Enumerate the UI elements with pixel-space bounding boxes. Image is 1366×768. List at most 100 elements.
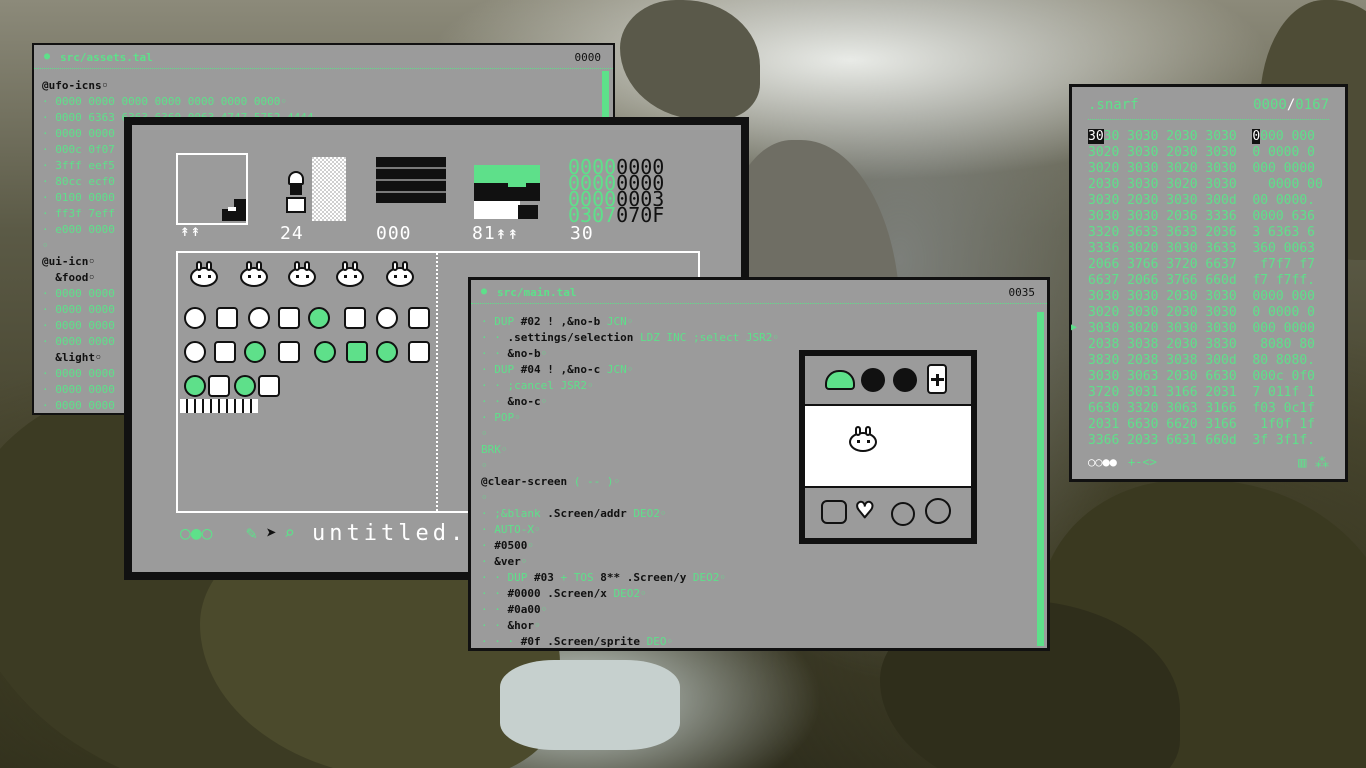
hex-window[interactable]: .snarf 0000/0167 3030 3030 2030 3030 000… — [1069, 84, 1348, 482]
assets-window-titlebar[interactable]: ● src/assets.tal 0000 — [34, 45, 613, 69]
hex-grid[interactable]: 00000000 00000000 00000003 0307070F — [568, 157, 664, 225]
pet-sprite-frame[interactable] — [234, 261, 274, 295]
code-line[interactable]: · · ;cancel JSR2◦ — [481, 378, 779, 394]
tile-icon[interactable] — [278, 341, 300, 363]
zoom-icon[interactable]: ⌕ — [284, 523, 295, 544]
medicine-icon[interactable] — [927, 364, 947, 394]
tile-icon[interactable] — [184, 307, 206, 329]
hex-grid-row[interactable]: 0307070F — [568, 205, 664, 225]
checker-swatch[interactable] — [312, 157, 346, 221]
main-scrollbar[interactable] — [1037, 312, 1044, 646]
tile-icon[interactable] — [408, 341, 430, 363]
code-line[interactable]: @ufo-icns◦ — [42, 78, 314, 94]
tile-icon[interactable] — [314, 341, 336, 363]
pencil-icon[interactable]: ✎ — [246, 523, 257, 544]
tile-icon[interactable] — [376, 341, 398, 363]
hex-row[interactable]: 6637 2066 3766 660d f7 f7ff. — [1088, 273, 1323, 289]
tile-icon[interactable] — [234, 375, 256, 397]
heart-icon[interactable]: ♥ — [856, 495, 874, 527]
pet-sprite-frame[interactable] — [184, 261, 224, 295]
code-line[interactable]: · · &no-b◦ — [481, 346, 779, 362]
code-line[interactable]: · POP◦ — [481, 410, 779, 426]
tile-icon[interactable] — [184, 375, 206, 397]
hex-footer-mid[interactable]: +-<> — [1128, 455, 1157, 469]
hex-row[interactable]: 6630 3320 3063 3166 f03 0c1f — [1088, 401, 1323, 417]
hex-row[interactable]: 3020 3030 2030 3030 0 0000 0 — [1088, 145, 1323, 161]
tile-icon[interactable] — [216, 307, 238, 329]
code-line[interactable]: · · DUP #03 + TOS 8** .Screen/y DEO2◦ — [481, 570, 779, 586]
file-name[interactable]: untitled.c — [312, 521, 484, 546]
hex-row[interactable]: 3030 3063 2030 6630 000c 0f0 — [1088, 369, 1323, 385]
code-line[interactable]: · AUTO-X◦ — [481, 522, 779, 538]
hex-dump[interactable]: 3030 3030 2030 3030 0000 000 3020 3030 20… — [1088, 129, 1323, 449]
tile-icon[interactable] — [278, 307, 300, 329]
hex-row[interactable]: 3720 3031 3166 2031 7 011f 1 — [1088, 385, 1323, 401]
code-line[interactable]: · #0500◦ — [481, 538, 779, 554]
hex-row[interactable]: 3020 3030 2030 3030 0 0000 0 — [1088, 305, 1323, 321]
hex-row[interactable]: 3030 3030 2036 3336 0000 636 — [1088, 209, 1323, 225]
zoom-preview[interactable] — [176, 153, 248, 225]
code-line[interactable]: · DUP #02 ! ,&no-b JCN◦ — [481, 314, 779, 330]
light-icon[interactable] — [861, 368, 885, 392]
code-line[interactable]: BRK◦ — [481, 442, 779, 458]
hex-row[interactable]: 3030 2030 3030 300d 00 0000. — [1088, 193, 1323, 209]
code-line[interactable]: ◦ — [481, 490, 779, 506]
hex-row[interactable]: 3020 3030 3020 3030 000 0000 — [1088, 161, 1323, 177]
hex-row[interactable]: 3830 2038 3038 300d 80 8080. — [1088, 353, 1323, 369]
hex-row[interactable]: 3030 3030 2030 3030 0000 000 — [1088, 129, 1323, 145]
tool-selector[interactable]: ○●○ — [180, 523, 213, 544]
game-icon[interactable] — [893, 368, 917, 392]
tile-strip[interactable] — [180, 399, 258, 413]
tile-icon[interactable] — [376, 307, 398, 329]
bath-icon[interactable] — [821, 500, 847, 524]
tile-icon[interactable] — [244, 341, 266, 363]
pet-sprite-frame[interactable] — [380, 261, 420, 295]
code-line[interactable]: · · #0000 .Screen/x DEO2◦ — [481, 586, 779, 602]
pattern-swatch[interactable] — [376, 157, 446, 203]
code-line[interactable]: · · #0a00◦ — [481, 602, 779, 618]
hex-row[interactable]: 2038 3038 2030 3830 8080 80 — [1088, 337, 1323, 353]
game-preview[interactable]: ♥ — [799, 350, 977, 544]
code-line[interactable]: · 0000 0000 0000 0000 0000 0000 0000◦ — [42, 94, 314, 110]
hex-row[interactable]: 3336 3020 3030 3633 360 0063 — [1088, 241, 1323, 257]
code-line[interactable]: @clear-screen ( -- )◦ — [481, 474, 779, 490]
hex-row[interactable]: 2030 3030 3020 3030 0000 00 — [1088, 177, 1323, 193]
main-window-titlebar[interactable]: ● src/main.tal 0035 — [471, 280, 1047, 304]
discipline-icon[interactable] — [891, 502, 915, 526]
pet-sprite-frame[interactable] — [282, 261, 322, 295]
tile-icon[interactable] — [184, 341, 206, 363]
main-code[interactable]: · DUP #02 ! ,&no-b JCN◦ · · .settings/sel… — [481, 314, 779, 650]
hex-row[interactable]: 2031 6630 6620 3166 1f0f 1f — [1088, 417, 1323, 433]
tile-icon[interactable] — [248, 307, 270, 329]
tile-swatch[interactable] — [474, 165, 540, 221]
code-line[interactable]: ◦ — [481, 458, 779, 474]
hex-row[interactable]: 3030 3030 2030 3030 0000 000 — [1088, 289, 1323, 305]
zoom-arrows[interactable]: ↟↟ — [180, 221, 201, 240]
tile-icon[interactable] — [346, 341, 368, 363]
hex-footer-left[interactable]: ○○●● — [1088, 455, 1117, 469]
code-line[interactable]: · &ver◦ — [481, 554, 779, 570]
hex-row[interactable]: 3366 2033 6631 660d 3f 3f1f. — [1088, 433, 1323, 449]
code-line[interactable]: · DUP #04 ! ,&no-c JCN◦ — [481, 362, 779, 378]
hex-row[interactable]: 3030 3020 3030 3030 000 0000 — [1088, 321, 1323, 337]
code-line[interactable]: ◦ — [481, 426, 779, 442]
hex-cursor[interactable]: 30 — [1088, 129, 1104, 144]
hex-footer-right[interactable]: ▥ ⁂ — [1298, 455, 1329, 471]
code-line[interactable]: · · .settings/selection LDZ INC ;select … — [481, 330, 779, 346]
code-line[interactable]: · ;&blank .Screen/addr DEO2◦ — [481, 506, 779, 522]
tile-icon[interactable] — [308, 307, 330, 329]
hex-row[interactable]: 3320 3633 3633 2036 3 6363 6 — [1088, 225, 1323, 241]
attention-icon[interactable] — [925, 498, 951, 524]
main-window[interactable]: ● src/main.tal 0035 · DUP #02 ! ,&no-b J… — [468, 277, 1050, 651]
cursor-icon[interactable]: ➤ — [266, 523, 277, 544]
code-line[interactable]: · · &no-c◦ — [481, 394, 779, 410]
tile-icon[interactable] — [344, 307, 366, 329]
tile-icon[interactable] — [258, 375, 280, 397]
hex-row[interactable]: 2066 3766 3720 6637 f7f7 f7 — [1088, 257, 1323, 273]
tile-icon[interactable] — [214, 341, 236, 363]
code-line[interactable]: · · · #0f .Screen/sprite DEO◦ — [481, 634, 779, 650]
code-line[interactable]: · · &hor◦ — [481, 618, 779, 634]
food-icon[interactable] — [825, 370, 855, 390]
tile-icon[interactable] — [208, 375, 230, 397]
tile-icon[interactable] — [408, 307, 430, 329]
